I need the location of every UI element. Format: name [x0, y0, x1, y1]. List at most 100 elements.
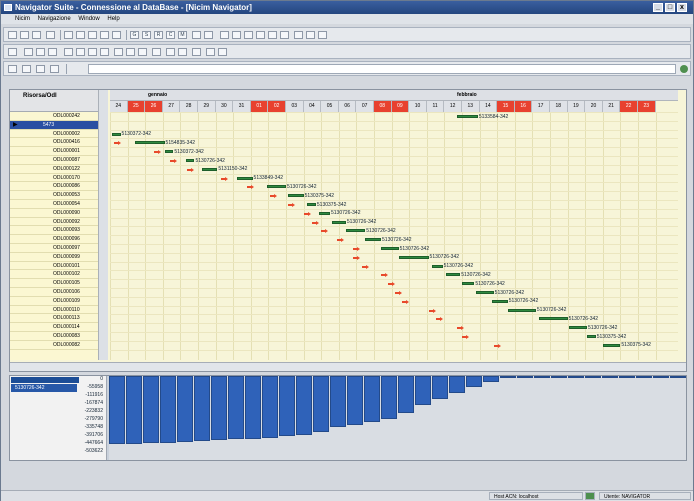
resource-row[interactable]: ODL000096: [10, 235, 108, 244]
resource-row[interactable]: ODL000114: [10, 323, 108, 332]
task-bar[interactable]: [602, 343, 621, 347]
task-bar[interactable]: [134, 141, 165, 145]
task-bar[interactable]: [446, 273, 461, 277]
resource-row[interactable]: ODL000106: [10, 288, 108, 297]
task-bar[interactable]: [185, 159, 195, 162]
last-icon[interactable]: [100, 48, 109, 56]
letter-r-button[interactable]: R: [154, 31, 163, 39]
refresh-icon[interactable]: [204, 31, 213, 39]
resource-row[interactable]: ODL000242: [10, 112, 108, 121]
hierarchy-icon[interactable]: [48, 48, 57, 56]
task-bar[interactable]: [432, 264, 443, 268]
task-bar[interactable]: [164, 150, 174, 154]
resource-row[interactable]: ODL000002: [10, 130, 108, 139]
resource-row[interactable]: ODL000093: [10, 226, 108, 236]
resource-row[interactable]: ODL000092: [10, 218, 108, 227]
delete-icon[interactable]: [152, 48, 161, 56]
undo-icon[interactable]: [192, 48, 201, 56]
config-icon[interactable]: [8, 48, 17, 56]
task-bar[interactable]: [236, 176, 253, 180]
letter-s-button[interactable]: S: [142, 31, 151, 39]
letter-m-button[interactable]: M: [178, 31, 187, 39]
task-bar[interactable]: [539, 317, 568, 321]
resource-row[interactable]: ODL000090: [10, 209, 108, 218]
horizontal-scrollbar[interactable]: [10, 362, 686, 371]
task-bar[interactable]: [111, 132, 121, 136]
new-icon[interactable]: [8, 31, 17, 39]
resource-row[interactable]: ODL000101: [10, 262, 108, 271]
zoom-reset-icon[interactable]: [280, 31, 289, 39]
menu-nicim[interactable]: Nicim: [15, 16, 30, 22]
task-bar[interactable]: [569, 326, 587, 330]
grid-icon[interactable]: [64, 31, 73, 39]
task-bar[interactable]: [462, 282, 475, 286]
globe-icon[interactable]: [680, 65, 688, 73]
disk-icon[interactable]: [218, 48, 227, 56]
task-bar[interactable]: [381, 247, 399, 250]
resource-row[interactable]: ODL000082: [10, 341, 108, 350]
menu-navigazione[interactable]: Navigazione: [38, 16, 71, 22]
folder-icon[interactable]: [8, 65, 17, 73]
first-icon[interactable]: [64, 48, 73, 56]
resource-row[interactable]: ODL000102: [10, 270, 108, 280]
tools-icon[interactable]: [220, 31, 229, 39]
task-bar[interactable]: [331, 220, 346, 224]
link-icon[interactable]: [192, 31, 201, 39]
resource-row[interactable]: ODL000083: [10, 332, 108, 341]
filter-icon[interactable]: [112, 31, 121, 39]
calc-icon[interactable]: [178, 48, 187, 56]
task-bar[interactable]: [365, 238, 382, 242]
task-bar[interactable]: [287, 194, 304, 198]
resource-row[interactable]: ODL000105: [10, 279, 108, 288]
task-bar[interactable]: [491, 299, 508, 303]
copy-icon[interactable]: [36, 48, 45, 56]
zoom-in-icon[interactable]: [244, 31, 253, 39]
task-bar[interactable]: [307, 203, 316, 206]
resource-row[interactable]: ODL000109: [10, 297, 108, 306]
split-icon[interactable]: [114, 48, 123, 56]
chart-icon[interactable]: [206, 48, 215, 56]
task-bar[interactable]: [398, 255, 429, 259]
columns-icon[interactable]: [306, 31, 315, 39]
menu-window[interactable]: Window: [78, 16, 99, 22]
merge-icon[interactable]: [126, 48, 135, 56]
gantt-grid[interactable]: 5133584-342 5130372-342 5154835-342 5130372…: [110, 112, 678, 360]
window-icon[interactable]: [318, 31, 327, 39]
zoom-fit-icon[interactable]: [268, 31, 277, 39]
table-icon[interactable]: [76, 31, 85, 39]
open-icon[interactable]: [32, 31, 41, 39]
resource-row[interactable]: ODL000122: [10, 165, 108, 174]
align-icon[interactable]: [138, 48, 147, 56]
resource-row[interactable]: ODL000416: [10, 138, 108, 148]
task-bar[interactable]: [586, 335, 596, 338]
next-icon[interactable]: [88, 48, 97, 56]
resource-row[interactable]: ODL000054: [10, 200, 108, 209]
address-field[interactable]: [88, 64, 676, 74]
print-preview-icon[interactable]: [22, 65, 31, 73]
layout-icon[interactable]: [294, 31, 303, 39]
task-bar[interactable]: [345, 229, 366, 233]
menu-help[interactable]: Help: [107, 16, 119, 22]
vertical-scrollbar[interactable]: [98, 90, 108, 360]
print-icon[interactable]: [46, 31, 55, 39]
task-bar[interactable]: [507, 308, 536, 312]
task-bar[interactable]: [266, 185, 286, 189]
zoom-out-icon[interactable]: [256, 31, 265, 39]
close-button[interactable]: x: [677, 3, 687, 12]
cut-icon[interactable]: [24, 48, 33, 56]
resource-row[interactable]: ODL000053: [10, 191, 108, 200]
minimize-button[interactable]: _: [653, 3, 663, 12]
report-icon[interactable]: [88, 31, 97, 39]
resource-row[interactable]: ODL000170: [10, 174, 108, 183]
sort-icon[interactable]: [100, 31, 109, 39]
resource-row[interactable]: ODL000087: [10, 156, 108, 165]
save-icon[interactable]: [20, 31, 29, 39]
floppy-icon[interactable]: [50, 65, 59, 73]
resource-row[interactable]: ODL000113: [10, 314, 108, 324]
export-icon[interactable]: [36, 65, 45, 73]
prev-icon[interactable]: [76, 48, 85, 56]
letter-g-button[interactable]: G: [130, 31, 139, 39]
task-bar[interactable]: [476, 291, 494, 294]
resource-row[interactable]: ODL000099: [10, 253, 108, 262]
resource-row[interactable]: ODL000110: [10, 306, 108, 315]
